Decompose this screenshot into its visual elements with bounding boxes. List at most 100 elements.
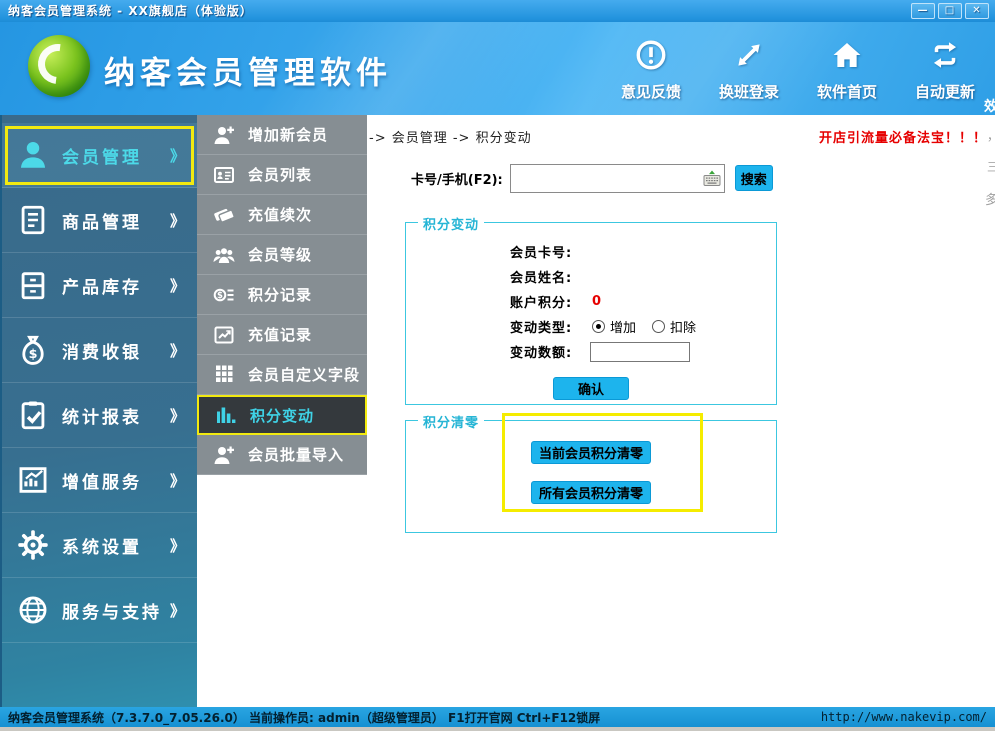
account-points-label: 账户积分: bbox=[510, 292, 590, 311]
points-record-icon: $ bbox=[212, 283, 248, 307]
report-icon bbox=[16, 398, 62, 432]
submenu-item-points-record[interactable]: $ 积分记录 bbox=[197, 275, 367, 315]
keyboard-icon[interactable] bbox=[703, 170, 721, 187]
sidebar-item-support[interactable]: 服务与支持 》 bbox=[2, 578, 197, 643]
shift-login-label: 换班登录 bbox=[719, 81, 779, 102]
points-reset-legend: 积分清零 bbox=[418, 412, 484, 431]
settings-icon bbox=[16, 528, 62, 562]
reset-all-members-button[interactable]: 所有会员积分清零 bbox=[531, 481, 651, 504]
inventory-icon bbox=[16, 268, 62, 302]
home-icon bbox=[830, 38, 864, 76]
member-card-label: 会员卡号: bbox=[510, 242, 590, 261]
add-member-icon bbox=[212, 123, 248, 147]
chevron-right-icon: 》 bbox=[170, 600, 185, 621]
feedback-icon bbox=[634, 38, 668, 76]
chevron-right-icon: 》 bbox=[170, 340, 185, 361]
sidebar-item-product-inventory[interactable]: 产品库存 》 bbox=[2, 253, 197, 318]
maximize-button[interactable]: □ bbox=[938, 3, 962, 19]
change-amount-input[interactable] bbox=[590, 342, 690, 362]
member-submenu: 增加新会员 会员列表 充值续次 会员等级 $ 积分记录 bbox=[197, 115, 367, 475]
sidebar-item-value-added[interactable]: 增值服务 》 bbox=[2, 448, 197, 513]
radio-deduct-label[interactable]: 扣除 bbox=[670, 317, 696, 336]
member-name-label: 会员姓名: bbox=[510, 267, 590, 286]
minimize-button[interactable]: — bbox=[911, 3, 935, 19]
chevron-right-icon: 》 bbox=[170, 145, 185, 166]
card-search-label: 卡号/手机(F2): bbox=[411, 169, 503, 188]
member-level-icon bbox=[212, 243, 248, 267]
submenu-item-label: 会员批量导入 bbox=[248, 444, 344, 465]
cashier-icon: $ bbox=[16, 333, 62, 367]
feedback-button[interactable]: 意见反馈 bbox=[615, 38, 687, 102]
window-controls: — □ ✕ bbox=[911, 3, 989, 19]
member-list-icon bbox=[212, 163, 248, 187]
window-title: 纳客会员管理系统 - XX旗舰店（体验版） bbox=[8, 4, 253, 18]
reset-current-member-button[interactable]: 当前会员积分清零 bbox=[531, 441, 651, 464]
points-reset-panel: 积分清零 当前会员积分清零 所有会员积分清零 bbox=[405, 420, 777, 533]
logo-icon bbox=[28, 35, 90, 97]
chevron-right-icon: 》 bbox=[170, 275, 185, 296]
recharge-record-icon bbox=[212, 323, 248, 347]
points-change-panel: 积分变动 会员卡号: 会员姓名: 账户积分: 0 变动类型: 增加 扣除 bbox=[405, 222, 777, 405]
close-button[interactable]: ✕ bbox=[965, 3, 989, 19]
logo-text: 纳客会员管理软件 bbox=[104, 48, 392, 93]
sidebar-item-label: 系统设置 bbox=[62, 533, 170, 558]
goods-icon bbox=[16, 203, 62, 237]
feedback-label: 意见反馈 bbox=[621, 81, 681, 102]
clipped-text-fragment: 效 bbox=[984, 96, 995, 116]
svg-text:$: $ bbox=[29, 347, 38, 362]
submenu-item-recharge-times[interactable]: 充值续次 bbox=[197, 195, 367, 235]
app-window: 纳客会员管理系统 - XX旗舰店（体验版） — □ ✕ 纳客会员管理软件 意见反… bbox=[0, 0, 995, 731]
window-bottom-edge bbox=[0, 727, 995, 731]
submenu-item-label: 增加新会员 bbox=[248, 124, 328, 145]
auto-update-button[interactable]: 自动更新 bbox=[909, 38, 981, 102]
change-type-label: 变动类型: bbox=[510, 317, 590, 336]
auto-update-label: 自动更新 bbox=[915, 81, 975, 102]
submenu-item-recharge-record[interactable]: 充值记录 bbox=[197, 315, 367, 355]
confirm-button[interactable]: 确认 bbox=[553, 377, 629, 400]
status-bar: 纳客会员管理系统（7.3.7.0_7.05.26.0） 当前操作员: admin… bbox=[0, 707, 995, 727]
breadcrumb: -> 会员管理 -> 积分变动 bbox=[369, 127, 532, 146]
status-left-text: 纳客会员管理系统（7.3.7.0_7.05.26.0） 当前操作员: admin… bbox=[8, 709, 600, 726]
search-button[interactable]: 搜索 bbox=[735, 165, 773, 191]
submenu-item-batch-import[interactable]: 会员批量导入 bbox=[197, 435, 367, 475]
chevron-right-icon: 》 bbox=[170, 210, 185, 231]
submenu-item-add-member[interactable]: 增加新会员 bbox=[197, 115, 367, 155]
batch-import-icon bbox=[212, 443, 248, 467]
svg-text:$: $ bbox=[217, 291, 223, 301]
submenu-item-label: 充值记录 bbox=[248, 324, 312, 345]
clipped-text-fragment: 多 bbox=[985, 189, 995, 208]
sidebar-item-cashier[interactable]: $ 消费收银 》 bbox=[2, 318, 197, 383]
submenu-item-points-change[interactable]: 积分变动 bbox=[197, 395, 367, 435]
submenu-item-member-level[interactable]: 会员等级 bbox=[197, 235, 367, 275]
member-icon bbox=[16, 138, 62, 172]
sidebar-item-reports[interactable]: 统计报表 》 bbox=[2, 383, 197, 448]
card-search-row: 卡号/手机(F2): 搜索 bbox=[411, 163, 773, 193]
submenu-item-custom-fields[interactable]: 会员自定义字段 bbox=[197, 355, 367, 395]
submenu-item-label: 积分记录 bbox=[248, 284, 312, 305]
change-amount-label: 变动数额: bbox=[510, 342, 590, 361]
submenu-item-member-list[interactable]: 会员列表 bbox=[197, 155, 367, 195]
clipped-text-fragment: ， bbox=[987, 127, 995, 144]
recharge-times-icon bbox=[212, 203, 248, 227]
submenu-item-label: 会员列表 bbox=[248, 164, 312, 185]
submenu-item-label: 会员自定义字段 bbox=[248, 364, 360, 385]
clipped-text-fragment: 三 bbox=[987, 158, 995, 175]
home-button[interactable]: 软件首页 bbox=[811, 38, 883, 102]
sidebar-item-goods-management[interactable]: 商品管理 》 bbox=[2, 188, 197, 253]
radio-deduct[interactable] bbox=[652, 320, 665, 333]
shift-login-icon bbox=[732, 38, 766, 76]
sidebar-item-label: 产品库存 bbox=[62, 273, 170, 298]
status-url-link[interactable]: http://www.nakevip.com/ bbox=[821, 710, 987, 724]
titlebar: 纳客会员管理系统 - XX旗舰店（体验版） — □ ✕ bbox=[0, 0, 995, 22]
points-change-icon bbox=[214, 403, 250, 427]
radio-increase-label[interactable]: 增加 bbox=[610, 317, 636, 336]
custom-fields-icon bbox=[212, 363, 248, 387]
sidebar-item-settings[interactable]: 系统设置 》 bbox=[2, 513, 197, 578]
shift-login-button[interactable]: 换班登录 bbox=[713, 38, 785, 102]
card-search-input[interactable] bbox=[510, 164, 725, 193]
auto-update-icon bbox=[928, 38, 962, 76]
sidebar-item-member-management[interactable]: 会员管理 》 bbox=[2, 123, 197, 188]
chevron-right-icon: 》 bbox=[170, 535, 185, 556]
announcement-link[interactable]: 开店引流量必备法宝！！！ bbox=[819, 127, 987, 146]
radio-increase[interactable] bbox=[592, 320, 605, 333]
